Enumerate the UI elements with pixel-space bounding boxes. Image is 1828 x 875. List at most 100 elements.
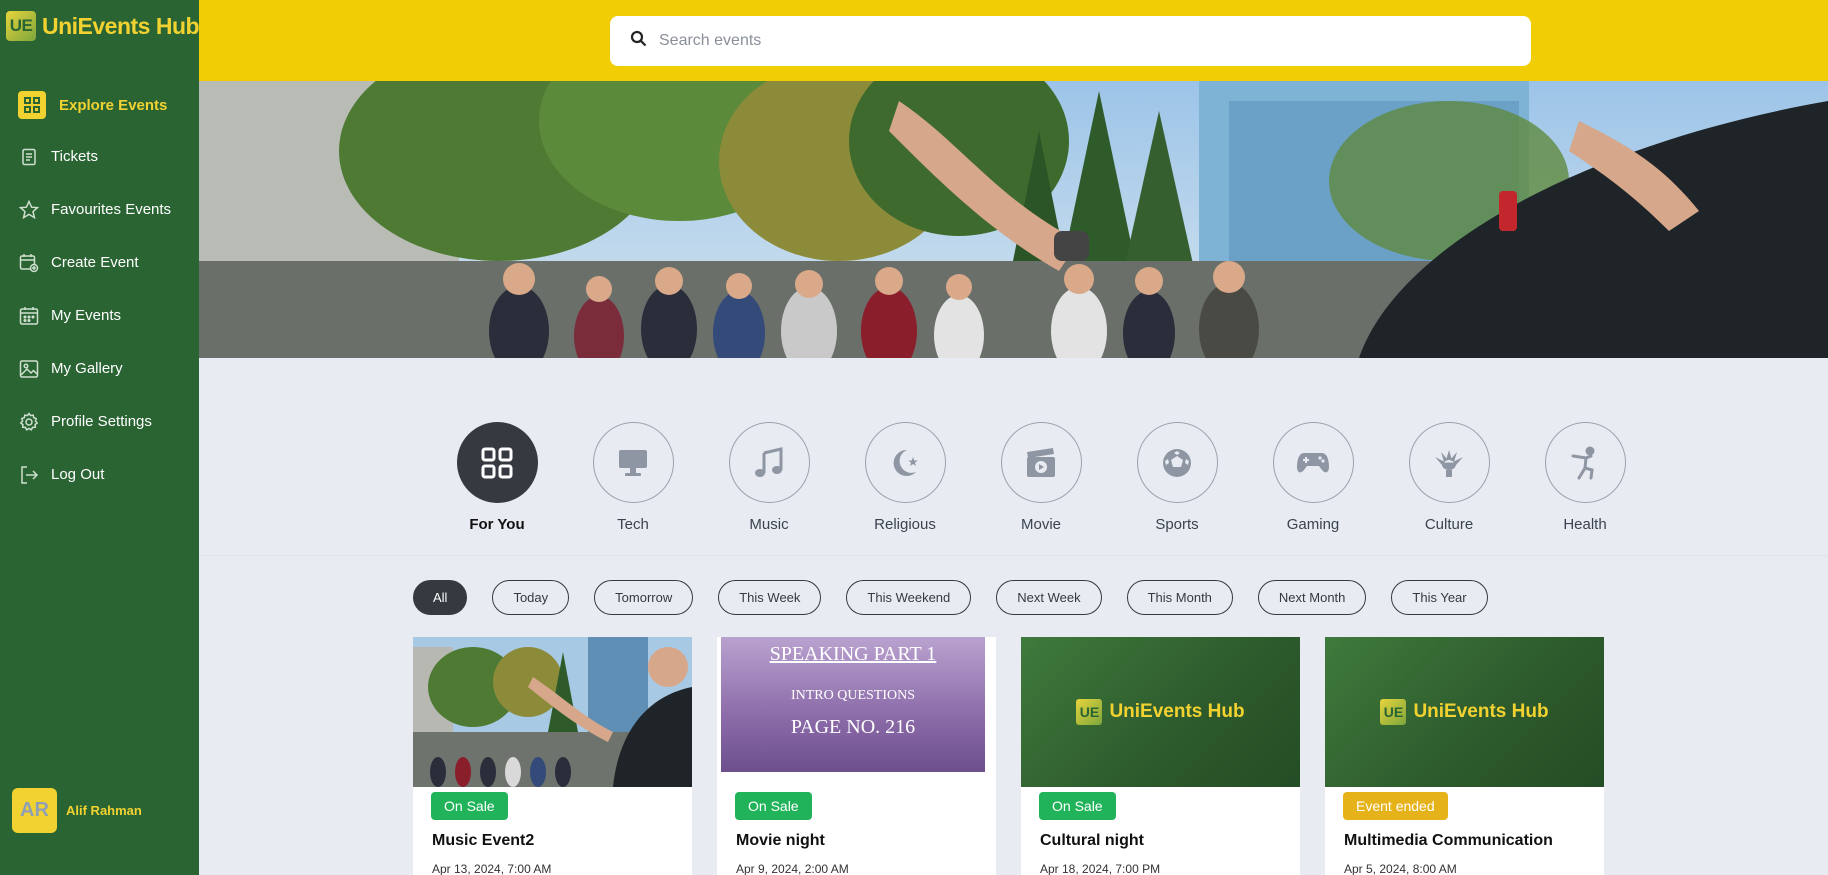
event-image: UE UniEvents Hub: [1021, 637, 1300, 787]
document-icon: [18, 146, 40, 168]
event-card[interactable]: On Sale Music Event2 Apr 13, 2024, 7:00 …: [413, 637, 692, 875]
sidebar-item-label: Create Event: [51, 254, 139, 271]
category-label: Music: [749, 516, 789, 533]
sidebar-item-label: My Events: [51, 307, 122, 324]
category-label: Culture: [1424, 516, 1474, 533]
app-logo[interactable]: UE UniEvents Hub: [6, 9, 200, 43]
event-title: Movie night: [736, 832, 825, 849]
filter-all[interactable]: All: [413, 580, 468, 615]
logo-mark: UE: [6, 11, 36, 41]
status-badge: On Sale: [735, 792, 812, 820]
sidebar-item-tickets[interactable]: Tickets: [0, 130, 199, 183]
gamepad-icon: [1272, 422, 1354, 503]
filter-next-month[interactable]: Next Month: [1257, 580, 1367, 615]
sidebar-item-my-gallery[interactable]: My Gallery: [0, 342, 199, 395]
monitor-icon: [592, 422, 674, 503]
yoga-pose-icon: [1544, 422, 1626, 503]
search-bar[interactable]: [610, 16, 1531, 66]
event-card-list: On Sale Music Event2 Apr 13, 2024, 7:00 …: [413, 637, 1629, 875]
image-text-line: SPEAKING PART 1: [769, 643, 937, 665]
search-input[interactable]: [659, 32, 1509, 50]
top-bar: [199, 0, 1828, 81]
category-list: For You Tech Music Religious Movie Sport…: [429, 422, 1653, 533]
sidebar-item-label: Log Out: [51, 466, 105, 483]
brand-logo-text: UniEvents Hub: [1413, 701, 1549, 722]
sidebar-item-label: Tickets: [51, 148, 98, 165]
gear-icon: [18, 411, 40, 433]
brand-logo-text: UniEvents Hub: [1109, 701, 1245, 722]
category-for-you[interactable]: For You: [429, 422, 565, 533]
event-image: SPEAKING PART 1 INTRO QUESTIONS PAGE NO.…: [717, 637, 996, 787]
calendar-plus-icon: [18, 252, 40, 274]
filter-this-year[interactable]: This Year: [1391, 580, 1488, 615]
category-religious[interactable]: Religious: [837, 422, 973, 533]
category-label: Sports: [1155, 516, 1199, 533]
user-profile[interactable]: AR Alif Rahman: [12, 788, 142, 833]
sidebar-item-log-out[interactable]: Log Out: [0, 448, 199, 501]
category-label: Religious: [874, 516, 936, 533]
category-tech[interactable]: Tech: [565, 422, 701, 533]
sidebar-item-my-events[interactable]: My Events: [0, 289, 199, 342]
category-label: For You: [469, 516, 525, 533]
image-text-line: INTRO QUESTIONS: [790, 688, 916, 703]
event-image: [413, 637, 692, 787]
sidebar-item-label: Profile Settings: [51, 413, 152, 430]
hero-banner-image: [199, 81, 1828, 358]
event-card[interactable]: UE UniEvents Hub Event ended Multimedia …: [1325, 637, 1604, 875]
event-image: UE UniEvents Hub: [1325, 637, 1604, 787]
category-label: Tech: [617, 516, 649, 533]
logout-icon: [18, 464, 40, 486]
sidebar-item-profile-settings[interactable]: Profile Settings: [0, 395, 199, 448]
event-title: Multimedia Communication: [1344, 832, 1553, 849]
sidebar: UE UniEvents Hub Explore Events Tickets …: [0, 0, 200, 875]
grid-icon: [456, 422, 538, 503]
event-card[interactable]: UE UniEvents Hub On Sale Cultural night …: [1021, 637, 1300, 875]
section-divider: [199, 555, 1828, 556]
sidebar-item-explore-events[interactable]: Explore Events: [0, 80, 199, 130]
music-note-icon: [728, 422, 810, 503]
sidebar-item-create-event[interactable]: Create Event: [0, 236, 199, 289]
category-label: Health: [1563, 516, 1607, 533]
sidebar-item-label: My Gallery: [51, 360, 123, 377]
headdress-icon: [1408, 422, 1490, 503]
user-name: Alif Rahman: [66, 803, 142, 818]
filter-next-week[interactable]: Next Week: [996, 580, 1102, 615]
event-date: Apr 5, 2024, 8:00 AM: [1344, 862, 1457, 875]
event-date: Apr 13, 2024, 7:00 AM: [432, 862, 552, 875]
status-badge: On Sale: [431, 792, 508, 820]
filter-this-month[interactable]: This Month: [1126, 580, 1233, 615]
date-filter-bar: All Today Tomorrow This Week This Weeken…: [413, 580, 1513, 615]
event-date: Apr 18, 2024, 7:00 PM: [1040, 862, 1161, 875]
category-music[interactable]: Music: [701, 422, 837, 533]
brand-logo-mark: UE: [1380, 699, 1407, 725]
filter-tomorrow[interactable]: Tomorrow: [594, 580, 694, 615]
sidebar-item-favourites[interactable]: Favourites Events: [0, 183, 199, 236]
film-clapper-icon: [1000, 422, 1082, 503]
category-health[interactable]: Health: [1517, 422, 1653, 533]
category-sports[interactable]: Sports: [1109, 422, 1245, 533]
image-icon: [18, 358, 40, 380]
event-title: Music Event2: [432, 832, 535, 849]
filter-this-week[interactable]: This Week: [718, 580, 822, 615]
category-movie[interactable]: Movie: [973, 422, 1109, 533]
sidebar-item-label: Favourites Events: [51, 201, 172, 218]
brand-logo-mark: UE: [1076, 699, 1103, 725]
filter-today[interactable]: Today: [492, 580, 570, 615]
sidebar-nav: Explore Events Tickets Favourites Events…: [0, 80, 199, 501]
star-icon: [18, 199, 40, 221]
category-label: Movie: [1020, 516, 1061, 533]
crescent-star-icon: [864, 422, 946, 503]
search-icon: [630, 30, 647, 52]
filter-this-weekend[interactable]: This Weekend: [846, 580, 972, 615]
event-title: Cultural night: [1040, 832, 1144, 849]
status-badge: Event ended: [1343, 792, 1448, 820]
calendar-icon: [18, 305, 40, 327]
category-culture[interactable]: Culture: [1381, 422, 1517, 533]
logo-text: UniEvents Hub: [42, 12, 200, 39]
grid-icon: [18, 91, 46, 119]
event-card[interactable]: SPEAKING PART 1 INTRO QUESTIONS PAGE NO.…: [717, 637, 996, 875]
category-gaming[interactable]: Gaming: [1245, 422, 1381, 533]
soccer-ball-icon: [1136, 422, 1218, 503]
avatar: AR: [12, 788, 57, 833]
status-badge: On Sale: [1039, 792, 1116, 820]
